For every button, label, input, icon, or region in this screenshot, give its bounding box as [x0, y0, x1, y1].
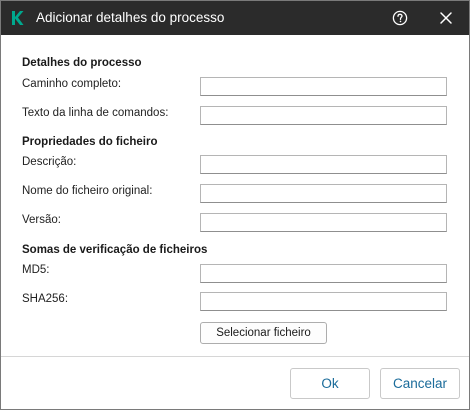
- help-button[interactable]: [381, 1, 419, 35]
- sha256-input[interactable]: [200, 292, 447, 311]
- command-line-label: Texto da linha de comandos:: [22, 107, 169, 119]
- full-path-input[interactable]: [200, 77, 447, 96]
- ok-button[interactable]: Ok: [290, 368, 370, 399]
- add-process-details-dialog: Adicionar detalhes do processo Detalhes …: [0, 0, 470, 410]
- md5-input[interactable]: [200, 264, 447, 283]
- close-button[interactable]: [427, 1, 465, 35]
- checksums-heading: Somas de verificação de ficheiros: [22, 244, 208, 256]
- process-details-heading: Detalhes do processo: [22, 57, 142, 69]
- sha256-label: SHA256:: [22, 293, 69, 305]
- close-icon: [440, 12, 452, 24]
- kaspersky-k-icon: [12, 11, 24, 25]
- command-line-input[interactable]: [200, 106, 447, 125]
- version-input[interactable]: [200, 213, 447, 232]
- version-label: Versão:: [22, 214, 61, 226]
- file-properties-heading: Propriedades do ficheiro: [22, 136, 158, 148]
- description-label: Descrição:: [22, 156, 77, 168]
- dialog-title: Adicionar detalhes do processo: [36, 10, 225, 25]
- select-file-button[interactable]: Selecionar ficheiro: [200, 322, 327, 344]
- md5-label: MD5:: [22, 264, 50, 276]
- title-bar: Adicionar detalhes do processo: [1, 1, 469, 35]
- original-file-name-input[interactable]: [200, 184, 447, 203]
- footer-divider: [1, 356, 469, 357]
- help-circle-icon: [392, 10, 408, 26]
- full-path-label: Caminho completo:: [22, 78, 122, 90]
- cancel-button[interactable]: Cancelar: [380, 368, 460, 399]
- original-file-name-label: Nome do ficheiro original:: [22, 185, 153, 197]
- description-input[interactable]: [200, 155, 447, 174]
